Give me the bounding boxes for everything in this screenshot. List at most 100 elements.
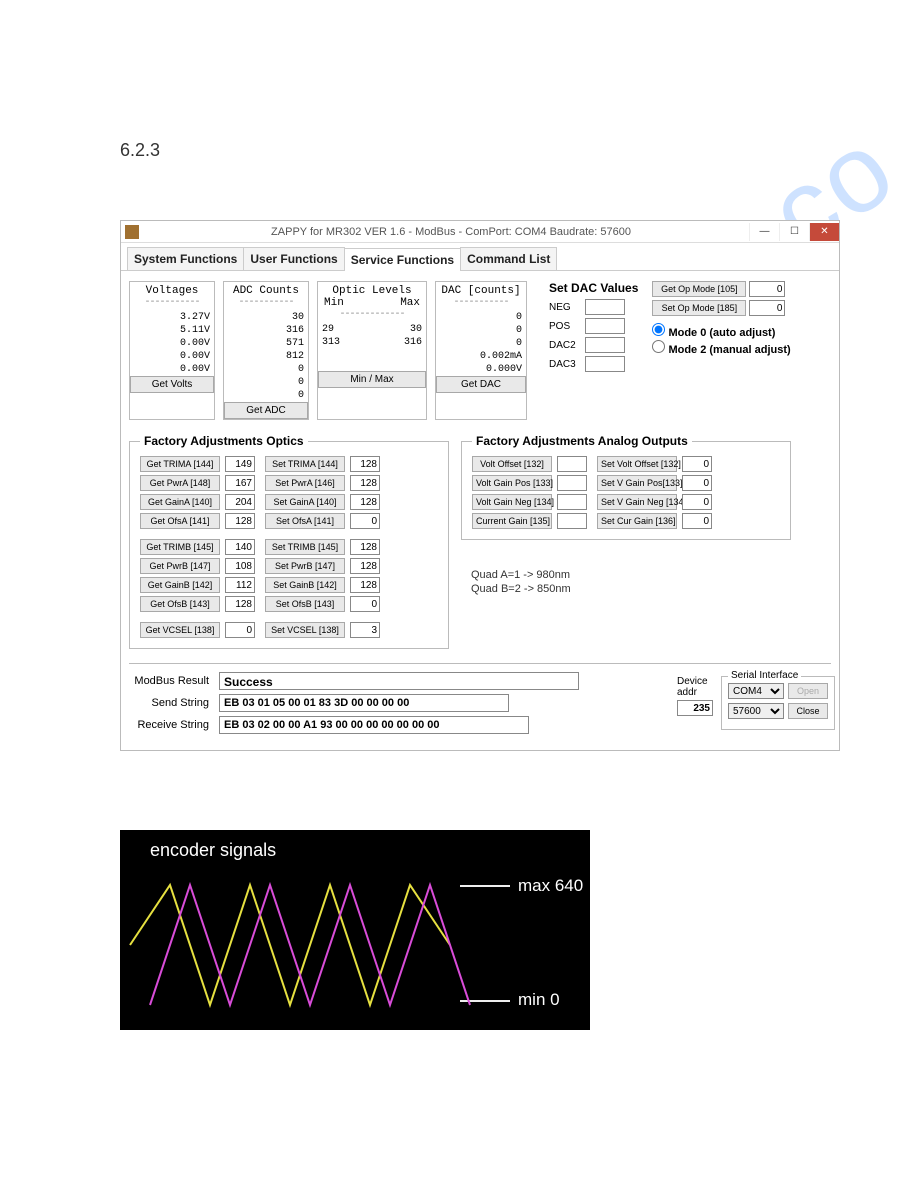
- analog-set-value-0[interactable]: [682, 456, 712, 472]
- scope-waveforms: [120, 870, 480, 1020]
- set-opmode-value[interactable]: [749, 300, 785, 316]
- get-optics-b-value-1[interactable]: [225, 558, 255, 574]
- analog-set-button-3[interactable]: Set Cur Gain [136]: [597, 513, 677, 529]
- analog-set-button-1[interactable]: Set V Gain Pos[133]: [597, 475, 677, 491]
- set-optics-a-button-2[interactable]: Set GainA [140]: [265, 494, 345, 510]
- set-optics-a-button-3[interactable]: Set OfsA [141]: [265, 513, 345, 529]
- set-opmode-button[interactable]: Set Op Mode [185]: [652, 300, 746, 316]
- analog-set-button-2[interactable]: Set V Gain Neg [134]: [597, 494, 677, 510]
- set-optics-b-value-0[interactable]: [350, 539, 380, 555]
- get-optics-a-value-2[interactable]: [225, 494, 255, 510]
- baud-select[interactable]: 57600: [728, 703, 784, 719]
- minimize-icon: —: [760, 226, 770, 237]
- mode0-radio[interactable]: Mode 0 (auto adjust): [652, 323, 790, 339]
- set-optics-b-button-2[interactable]: Set GainB [142]: [265, 577, 345, 593]
- get-optics-a-button-3[interactable]: Get OfsA [141]: [140, 513, 220, 529]
- min-max-button[interactable]: Min / Max: [318, 371, 426, 388]
- set-vcsel-button[interactable]: Set VCSEL [138]: [265, 622, 345, 638]
- dac-title: DAC [counts]: [441, 285, 520, 297]
- adc-row: 0: [228, 376, 304, 389]
- analog-get-value-0[interactable]: [557, 456, 587, 472]
- set-optics-b-value-3[interactable]: [350, 596, 380, 612]
- analog-set-button-0[interactable]: Set Volt Offset [132]: [597, 456, 677, 472]
- get-optics-b-value-2[interactable]: [225, 577, 255, 593]
- tab-service-functions[interactable]: Service Functions: [344, 248, 461, 271]
- get-optics-b-button-3[interactable]: Get OfsB [143]: [140, 596, 220, 612]
- optic-min-head: Min: [324, 297, 344, 309]
- set-optics-b-value-1[interactable]: [350, 558, 380, 574]
- get-optics-b-button-0[interactable]: Get TRIMB [145]: [140, 539, 220, 555]
- get-optics-a-button-1[interactable]: Get PwrA [148]: [140, 475, 220, 491]
- get-adc-button[interactable]: Get ADC: [224, 402, 308, 419]
- set-optics-a-value-2[interactable]: [350, 494, 380, 510]
- device-addr-input[interactable]: [677, 700, 713, 716]
- optics-setA-col: Set TRIMA [144] Set PwrA [146] Set GainA […: [265, 456, 380, 529]
- dac2-input[interactable]: [585, 337, 625, 353]
- quad-note: Quad A=1 -> 980nm Quad B=2 -> 850nm: [471, 568, 791, 596]
- set-optics-b-button-1[interactable]: Set PwrB [147]: [265, 558, 345, 574]
- analog-get-button-1[interactable]: Volt Gain Pos [133]: [472, 475, 552, 491]
- get-optics-b-button-2[interactable]: Get GainB [142]: [140, 577, 220, 593]
- mode2-radio[interactable]: Mode 2 (manual adjust): [652, 340, 790, 356]
- maximize-button[interactable]: ☐: [779, 223, 809, 241]
- dac-row: 0.000V: [440, 363, 522, 376]
- set-optics-b-value-2[interactable]: [350, 577, 380, 593]
- tab-command-list[interactable]: Command List: [460, 247, 557, 270]
- pos-label: POS: [549, 321, 581, 332]
- get-optics-a-value-3[interactable]: [225, 513, 255, 529]
- close-button[interactable]: ✕: [809, 223, 839, 241]
- get-opmode-button[interactable]: Get Op Mode [105]: [652, 281, 746, 297]
- open-button[interactable]: Open: [788, 683, 828, 699]
- set-vcsel-value[interactable]: [350, 622, 380, 638]
- adc-panel: ADC Counts ----------- 30 316 571 812 0 …: [223, 281, 309, 420]
- neg-input[interactable]: [585, 299, 625, 315]
- analog-get-value-3[interactable]: [557, 513, 587, 529]
- section-number: 6.2.3: [120, 140, 160, 161]
- analog-get-button-2[interactable]: Volt Gain Neg [134]: [472, 494, 552, 510]
- analog-get-button-0[interactable]: Volt Offset [132]: [472, 456, 552, 472]
- volt-row: 0.00V: [134, 350, 210, 363]
- get-dac-button[interactable]: Get DAC: [436, 376, 526, 393]
- com-select[interactable]: COM4: [728, 683, 784, 699]
- tab-user-functions[interactable]: User Functions: [243, 247, 344, 270]
- analog-set-value-3[interactable]: [682, 513, 712, 529]
- get-optics-a-button-0[interactable]: Get TRIMA [144]: [140, 456, 220, 472]
- get-optics-b-value-0[interactable]: [225, 539, 255, 555]
- set-optics-a-button-1[interactable]: Set PwrA [146]: [265, 475, 345, 491]
- adc-row: 316: [228, 324, 304, 337]
- set-optics-a-value-0[interactable]: [350, 456, 380, 472]
- get-optics-b-button-1[interactable]: Get PwrB [147]: [140, 558, 220, 574]
- close-serial-button[interactable]: Close: [788, 703, 828, 719]
- close-icon: ✕: [820, 226, 828, 237]
- dac-row: 0.002mA: [440, 350, 522, 363]
- adc-row: 30: [228, 311, 304, 324]
- dac3-label: DAC3: [549, 359, 581, 370]
- adc-row: 812: [228, 350, 304, 363]
- analog-set-value-1[interactable]: [682, 475, 712, 491]
- analog-get-value-1[interactable]: [557, 475, 587, 491]
- get-vcsel-button[interactable]: Get VCSEL [138]: [140, 622, 220, 638]
- set-optics-b-button-0[interactable]: Set TRIMB [145]: [265, 539, 345, 555]
- analog-get-value-2[interactable]: [557, 494, 587, 510]
- get-optics-a-value-0[interactable]: [225, 456, 255, 472]
- analog-get-button-3[interactable]: Current Gain [135]: [472, 513, 552, 529]
- get-optics-a-button-2[interactable]: Get GainA [140]: [140, 494, 220, 510]
- pos-input[interactable]: [585, 318, 625, 334]
- get-opmode-value[interactable]: [749, 281, 785, 297]
- minimize-button[interactable]: —: [749, 223, 779, 241]
- get-volts-button[interactable]: Get Volts: [130, 376, 214, 393]
- tab-system-functions[interactable]: System Functions: [127, 247, 244, 270]
- send-string-value: EB 03 01 05 00 01 83 3D 00 00 00 00: [219, 694, 509, 712]
- serial-interface-box: Serial Interface COM4 Open 57600 Close: [721, 676, 835, 730]
- set-optics-a-value-3[interactable]: [350, 513, 380, 529]
- get-optics-b-value-3[interactable]: [225, 596, 255, 612]
- get-optics-a-value-1[interactable]: [225, 475, 255, 491]
- set-optics-b-button-3[interactable]: Set OfsB [143]: [265, 596, 345, 612]
- get-vcsel-value[interactable]: [225, 622, 255, 638]
- set-optics-a-button-0[interactable]: Set TRIMA [144]: [265, 456, 345, 472]
- set-optics-a-value-1[interactable]: [350, 475, 380, 491]
- dac3-input[interactable]: [585, 356, 625, 372]
- volt-row: 0.00V: [134, 337, 210, 350]
- analog-set-value-2[interactable]: [682, 494, 712, 510]
- dac-panel: DAC [counts] ----------- 0 0 0 0.002mA 0…: [435, 281, 527, 420]
